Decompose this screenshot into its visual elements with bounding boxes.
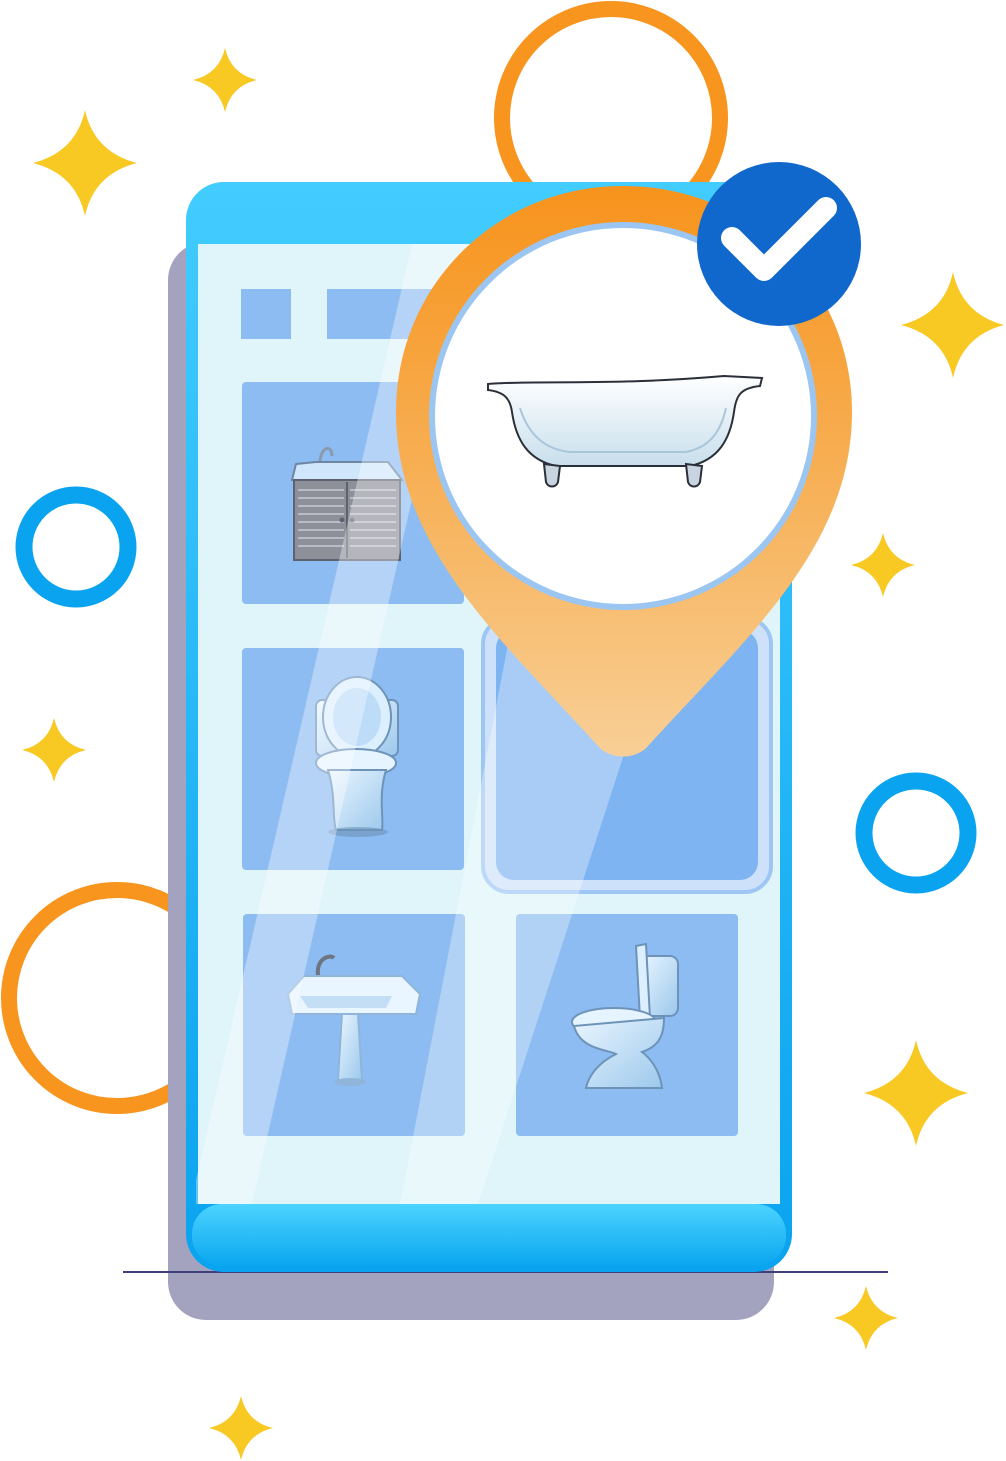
sparkle-icon <box>864 1040 968 1146</box>
sparkle-icon <box>834 1286 898 1350</box>
sparkle-icon <box>22 718 86 782</box>
blue-ring-left <box>15 486 137 608</box>
sparkle-icon <box>901 272 1004 378</box>
header-block-small <box>241 289 291 339</box>
sparkle-icon <box>33 110 137 216</box>
sparkle-icon <box>851 533 915 597</box>
bathroom-selection-illustration <box>1 1 1004 1460</box>
sparkle-icon <box>209 1396 273 1460</box>
checkmark-badge <box>697 162 861 326</box>
phone-bottom-bar <box>192 1204 786 1266</box>
sparkle-icon <box>193 48 257 112</box>
blue-ring-right <box>855 772 977 894</box>
